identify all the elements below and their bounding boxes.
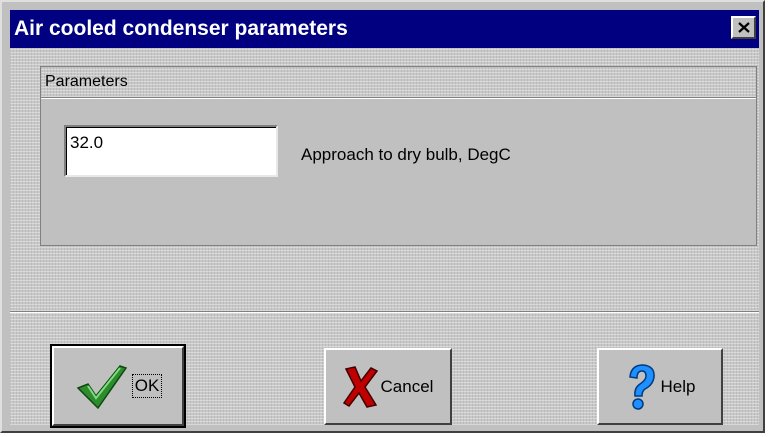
close-icon [737, 22, 750, 33]
question-mark-icon [625, 363, 659, 411]
cancel-label: Cancel [380, 376, 434, 396]
help-label: Help [660, 376, 696, 396]
parameters-group-header: Parameters [41, 67, 756, 98]
approach-label: Approach to dry bulb, DegC [301, 145, 511, 164]
close-button[interactable] [731, 16, 756, 39]
dialog-window: Air cooled condenser parameters Paramete… [0, 0, 765, 433]
approach-input[interactable]: 32.0 [64, 125, 278, 177]
ok-button[interactable]: OK [50, 344, 186, 428]
red-x-icon [342, 365, 379, 409]
checkmark-icon [74, 362, 130, 410]
parameters-group-title: Parameters [45, 73, 128, 90]
parameters-group: Parameters 32.0 Approach to dry bulb, De… [40, 66, 757, 246]
ok-label: OK [131, 374, 163, 398]
button-separator [10, 311, 759, 313]
dialog-body: Parameters 32.0 Approach to dry bulb, De… [10, 48, 759, 428]
help-button[interactable]: Help [597, 348, 723, 425]
window-title: Air cooled condenser parameters [14, 17, 348, 40]
cancel-button[interactable]: Cancel [324, 348, 452, 425]
title-bar[interactable]: Air cooled condenser parameters [10, 10, 759, 48]
